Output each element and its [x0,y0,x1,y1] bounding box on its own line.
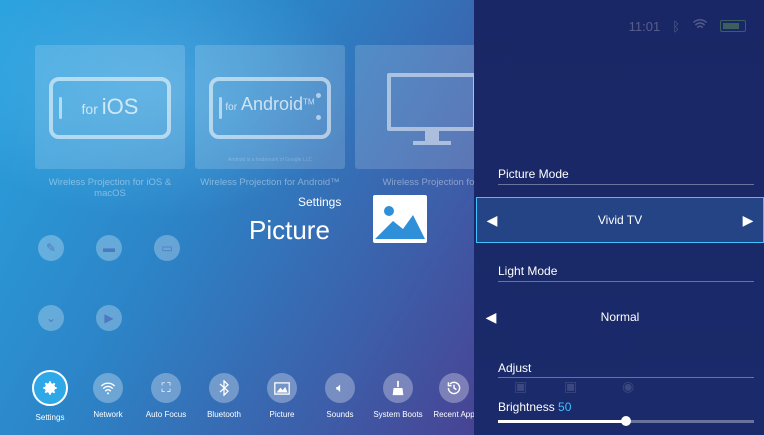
card-label-prefix: for [225,102,238,113]
dock-label: Picture [269,410,295,419]
phone-icon: for AndroidTM [209,77,331,139]
trademark-note: Android is a trademark of Google LLC [228,157,312,163]
clock: 11:01 [628,18,661,34]
dock-item-auto-focus[interactable]: ⛶ Auto Focus [136,373,196,419]
card-label-main: iOS [101,94,139,119]
download-app-icon[interactable]: ⌄ [38,305,64,331]
battery-icon [720,20,746,32]
android-projection-card[interactable]: for AndroidTM Android is a trademark of … [195,45,345,169]
dock-item-system-boots[interactable]: System Boots [368,373,428,419]
dock-label: Settings [35,413,65,422]
speaker-icon: 🔈︎ [325,373,355,403]
right-arrow-icon[interactable]: ▶ [733,212,763,229]
phone-icon: for iOS [49,77,171,139]
ios-projection-card[interactable]: for iOS [35,45,185,169]
android-projection-caption: Wireless Projection for Android™ [200,177,340,188]
hdmi-app-icon[interactable]: ▬ [96,235,122,261]
dock-label: Auto Focus [145,410,187,419]
settings-panel: 11:01 ᛒ Picture Mode ◀ Vivid TV ▶ Light … [474,0,764,435]
divider [498,281,754,282]
light-mode-value: Normal [600,310,640,324]
card-label-main: Android [240,94,304,114]
dock-item-settings[interactable]: Settings [20,370,80,422]
dock-item-network[interactable]: Network [78,373,138,419]
gear-icon [32,370,68,406]
picture-mode-label: Picture Mode [498,167,569,181]
brightness-slider[interactable] [498,416,754,426]
divider [498,184,754,185]
focus-icon: ⛶ [151,373,181,403]
dock-item-picture[interactable]: Picture [252,373,312,419]
brightness-value: 50 [558,400,572,414]
light-mode-selector[interactable]: ◀ Normal ▶ [476,294,764,340]
page-title: Picture [249,215,330,245]
image-icon [267,373,297,403]
dock-item-bluetooth[interactable]: Bluetooth [194,373,254,419]
light-mode-label: Light Mode [498,264,558,278]
card-label-tm: TM [303,97,315,107]
brightness-slider-fill [498,420,626,423]
bluetooth-status-icon: ᛒ [672,18,680,34]
dock-item-sounds[interactable]: 🔈︎ Sounds [310,373,370,419]
brightness-text: Brightness [498,400,555,414]
brightness-label: Brightness 50 [498,400,571,414]
card-label-prefix: for [81,101,98,117]
brightness-slider-handle[interactable] [621,416,631,426]
picture-mode-value: Vivid TV [597,213,643,227]
pencil-app-icon[interactable]: ✎ [38,235,64,261]
wifi-icon [93,373,123,403]
youtube-app-icon[interactable]: ▶ [96,305,122,331]
status-bar: 11:01 ᛒ [629,18,746,34]
wifi-status-icon [692,18,708,34]
keyboard-app-icon[interactable]: ▭ [154,235,180,261]
dock-label: Bluetooth [207,410,241,419]
left-arrow-icon[interactable]: ◀ [476,309,506,326]
left-arrow-icon[interactable]: ◀ [477,212,507,229]
dock-label: System Boots [373,410,423,419]
dock-label: Sounds [326,410,354,419]
adjust-label: Adjust [498,361,532,375]
picture-icon [373,195,427,243]
ios-projection-caption: Wireless Projection for iOS & macOS [48,177,172,199]
breadcrumb: Settings [298,195,342,209]
history-icon [439,373,469,403]
launcher-screen: for iOS Wireless Projection for iOS & ma… [0,0,764,435]
dock-label: Network [93,410,123,419]
monitor-icon [387,73,477,131]
bluetooth-icon [209,373,239,403]
broom-icon [383,373,413,403]
picture-mode-selector[interactable]: ◀ Vivid TV ▶ [476,197,764,243]
